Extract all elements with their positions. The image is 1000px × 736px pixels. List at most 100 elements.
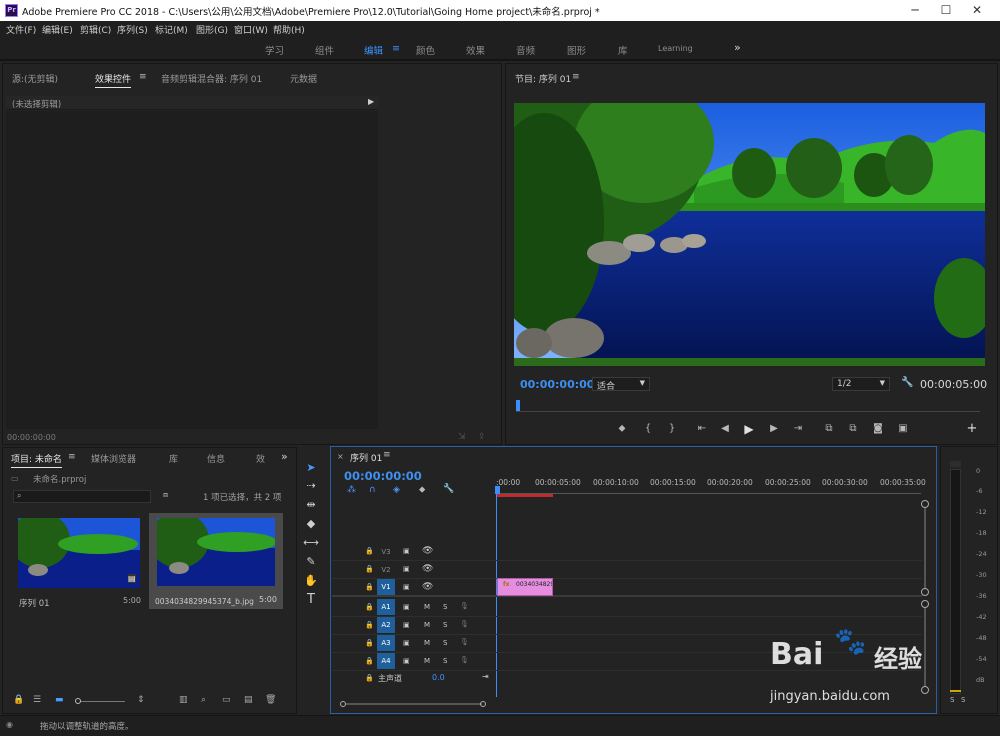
linked-selection-icon[interactable]: ◈ <box>393 485 400 495</box>
nest-icon[interactable]: ⁂ <box>347 485 356 495</box>
ripple-edit-tool-icon[interactable]: ⇹ <box>301 497 321 513</box>
sort-icon[interactable]: ⇕ <box>137 695 145 705</box>
workspace-effects[interactable]: 效果 <box>466 43 485 57</box>
sync-lock-icon[interactable]: ▣ <box>403 547 410 555</box>
more-workspaces-icon[interactable]: » <box>734 41 741 54</box>
tab-media-browser[interactable]: 媒体浏览器 <box>91 452 136 465</box>
sync-lock-icon[interactable]: ▣ <box>403 621 410 629</box>
panel-menu-icon[interactable]: ≡ <box>383 450 391 460</box>
fit-dropdown[interactable]: 适合 ▼ <box>592 377 650 392</box>
mute-button[interactable]: M <box>424 639 430 647</box>
step-forward-icon[interactable]: ▶ <box>767 423 781 434</box>
timeline-playhead-handle[interactable] <box>495 486 500 494</box>
extract-icon[interactable]: ⧉ <box>846 423 860 434</box>
menu-edit[interactable]: 编辑(E) <box>42 23 73 36</box>
workspace-assembly[interactable]: 组件 <box>315 43 334 57</box>
go-to-in-icon[interactable]: ⇤ <box>695 423 709 434</box>
tab-info[interactable]: 信息 <box>207 452 225 465</box>
find-icon[interactable]: ⌕ <box>201 695 206 705</box>
add-button-icon[interactable]: + <box>965 421 979 436</box>
eye-icon[interactable]: 👁 <box>422 546 433 556</box>
type-tool-icon[interactable]: T <box>301 592 321 608</box>
menu-marker[interactable]: 标记(M) <box>155 23 188 36</box>
mute-button[interactable]: M <box>424 621 430 629</box>
scroll-handle[interactable] <box>921 600 929 608</box>
tab-effect-controls[interactable]: 效果控件 <box>95 72 132 88</box>
solo-right-button[interactable]: S <box>961 696 965 704</box>
track-name[interactable]: A3 <box>377 635 395 651</box>
selection-tool-icon[interactable]: ➤ <box>301 460 321 476</box>
tab-libraries[interactable]: 库 <box>169 452 178 465</box>
lock-icon[interactable]: 🔒 <box>365 603 374 611</box>
microphone-icon[interactable]: 🎙 <box>460 620 469 628</box>
program-playhead-timecode[interactable]: 00:00:00:00 <box>520 378 594 391</box>
timeline-settings-icon[interactable]: 🔧 <box>443 484 454 494</box>
sync-lock-icon[interactable]: ▣ <box>403 565 410 573</box>
menu-window[interactable]: 窗口(W) <box>234 23 268 36</box>
track-name[interactable]: V1 <box>377 579 395 595</box>
zoom-slider[interactable] <box>75 698 125 704</box>
razor-tool-icon[interactable]: ◆ <box>301 516 321 532</box>
lock-icon[interactable]: 🔒 <box>365 621 374 629</box>
tab-audio-clip-mixer[interactable]: 音频剪辑混合器: 序列 01 <box>161 72 262 85</box>
tab-source[interactable]: 源:(无剪辑) <box>12 72 58 85</box>
workspace-libraries[interactable]: 库 <box>618 43 628 57</box>
tab-project[interactable]: 项目: 未命名 <box>11 452 62 468</box>
workspace-learning[interactable]: Learning <box>658 44 693 53</box>
export-icon[interactable]: ⇪ <box>478 432 486 442</box>
add-marker-icon[interactable]: ⬥ <box>419 485 425 495</box>
minimize-icon[interactable]: ─ <box>900 1 930 20</box>
track-name[interactable]: V3 <box>377 544 395 560</box>
video-scroll-track[interactable] <box>924 504 926 592</box>
lock-icon[interactable]: 🔒 <box>365 547 374 555</box>
icon-view-icon[interactable]: ▬ <box>55 695 64 705</box>
workspace-editing[interactable]: 编辑 <box>364 43 383 57</box>
mute-button[interactable]: M <box>424 657 430 665</box>
timeline-timecode[interactable]: 00:00:00:00 <box>344 469 422 483</box>
solo-left-button[interactable]: S <box>950 696 954 704</box>
comparison-view-icon[interactable]: ▣ <box>896 423 910 434</box>
zoom-slider-handle[interactable] <box>75 698 81 704</box>
track-select-tool-icon[interactable]: ⇢ <box>301 478 321 494</box>
step-back-icon[interactable]: ◀ <box>718 423 732 434</box>
expand-arrow-icon[interactable]: ▶ <box>368 97 374 106</box>
mark-in-icon[interactable]: { <box>641 423 655 434</box>
lock-icon[interactable]: 🔒 <box>365 674 374 682</box>
solo-button[interactable]: S <box>443 639 447 647</box>
scroll-thumb[interactable] <box>346 703 482 705</box>
hand-tool-icon[interactable]: ✋ <box>301 573 321 589</box>
list-view-icon[interactable]: ☰ <box>33 695 41 705</box>
lock-icon[interactable]: 🔒 <box>365 657 374 665</box>
scroll-handle[interactable] <box>921 500 929 508</box>
solo-button[interactable]: S <box>443 621 447 629</box>
panel-menu-icon[interactable]: ≡ <box>68 452 76 462</box>
sync-lock-icon[interactable]: ▣ <box>403 657 410 665</box>
microphone-icon[interactable]: 🎙 <box>460 602 469 610</box>
go-to-out-icon[interactable]: ⇥ <box>791 423 805 434</box>
workspace-menu-icon[interactable]: ≡ <box>392 43 400 54</box>
track-name[interactable]: A2 <box>377 617 395 633</box>
project-item-selected[interactable]: 0034034829945374_b.jpg 5:00 <box>149 513 283 609</box>
workspace-learn[interactable]: 学习 <box>265 43 284 57</box>
eye-icon[interactable]: 👁 <box>422 564 433 574</box>
maximize-icon[interactable]: ☐ <box>931 1 961 20</box>
panel-menu-icon[interactable]: ≡ <box>572 72 580 82</box>
resolution-dropdown[interactable]: 1/2 ▼ <box>832 377 890 391</box>
scroll-handle[interactable] <box>480 701 486 707</box>
tab-sequence[interactable]: 序列 01 <box>350 451 382 464</box>
new-item-icon[interactable]: ▤ <box>244 695 253 705</box>
solo-button[interactable]: S <box>443 657 447 665</box>
timeline-ruler[interactable] <box>497 488 921 494</box>
close-tab-icon[interactable]: × <box>337 452 344 461</box>
mute-button[interactable]: M <box>424 603 430 611</box>
lock-icon[interactable]: 🔒 <box>365 639 374 647</box>
lift-icon[interactable]: ⧉ <box>822 423 836 434</box>
microphone-icon[interactable]: 🎙 <box>460 638 469 646</box>
play-icon[interactable]: ▶ <box>742 422 756 436</box>
export-frame-icon[interactable]: ◙ <box>871 423 885 434</box>
microphone-icon[interactable]: 🎙 <box>460 656 469 664</box>
workspace-color[interactable]: 颜色 <box>416 43 435 57</box>
eye-icon[interactable]: 👁 <box>422 582 433 592</box>
mark-out-icon[interactable]: } <box>665 423 679 434</box>
tab-metadata[interactable]: 元数据 <box>290 72 317 85</box>
